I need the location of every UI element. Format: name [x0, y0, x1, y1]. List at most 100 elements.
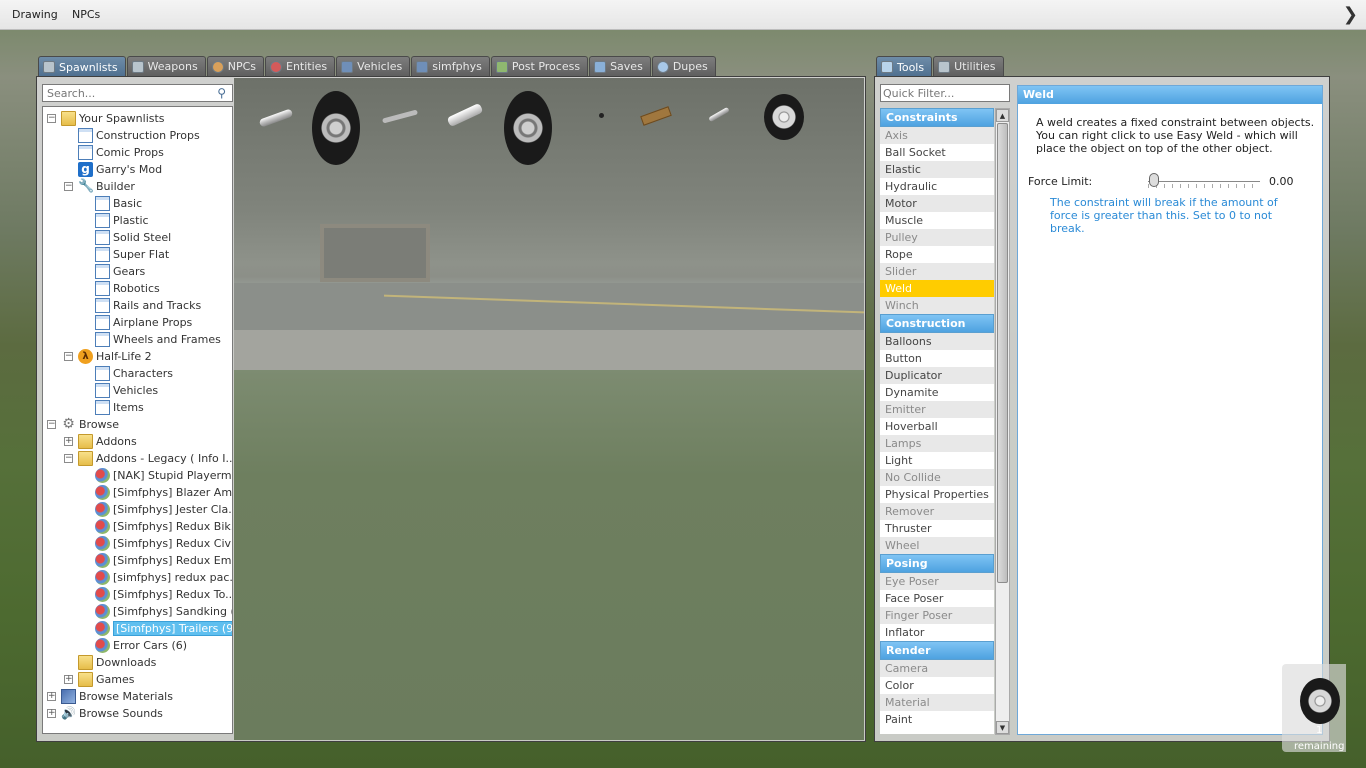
tree-node[interactable]: 🔊 Browse Sounds [61, 705, 163, 722]
tree-node[interactable]: Robotics [95, 280, 160, 297]
tree-node[interactable]: Downloads [78, 654, 156, 671]
tree-node[interactable]: [Simfphys] Redux To... [95, 586, 232, 603]
tab-post-process[interactable]: Post Process [490, 56, 589, 76]
prop-wheel-big[interactable] [310, 90, 362, 166]
scroll-thumb[interactable] [997, 123, 1008, 583]
scroll-up-arrow-icon[interactable]: ▲ [996, 109, 1009, 122]
prop-frame[interactable] [444, 102, 486, 128]
expand-toggle-icon[interactable]: + [47, 692, 56, 701]
tree-node[interactable]: 🔧 Builder [78, 178, 135, 195]
tree-node[interactable]: [Simfphys] Redux Em... [95, 552, 232, 569]
tree-node[interactable]: Construction Props [78, 127, 200, 144]
tab-spawnlists[interactable]: Spawnlists [38, 56, 126, 77]
prop-wheel-side[interactable] [762, 92, 806, 142]
tree-node[interactable]: Characters [95, 365, 173, 382]
force-limit-value[interactable]: 0.00 [1269, 175, 1294, 188]
tool-item-remover[interactable]: Remover [880, 503, 994, 520]
tree-node[interactable]: Plastic [95, 212, 149, 229]
tool-list-scrollbar[interactable]: ▲ ▼ [995, 108, 1010, 735]
tab-vehicles[interactable]: Vehicles [336, 56, 411, 76]
menu-npcs[interactable]: NPCs [72, 8, 100, 21]
tree-node[interactable]: Addons - Legacy ( Info I... [78, 450, 232, 467]
tool-category-header[interactable]: Posing [880, 554, 994, 573]
tree-node[interactable]: λ Half-Life 2 [78, 348, 152, 365]
tool-category-header[interactable]: Render [880, 641, 994, 660]
collapse-toggle-icon[interactable]: − [64, 454, 73, 463]
prop-wood-block[interactable] [638, 106, 674, 126]
tree-node[interactable]: [simfphys] redux pac... [95, 569, 232, 586]
tool-category-header[interactable]: Construction [880, 314, 994, 333]
tree-node[interactable]: Browse Materials [61, 688, 173, 705]
tab-tools[interactable]: Tools [876, 56, 933, 77]
tree-node[interactable]: Airplane Props [95, 314, 192, 331]
tab-weapons[interactable]: Weapons [126, 56, 206, 76]
tool-item-emitter[interactable]: Emitter [880, 401, 994, 418]
tool-item-muscle[interactable]: Muscle [880, 212, 994, 229]
tree-node[interactable]: Addons [78, 433, 137, 450]
tool-item-paint[interactable]: Paint [880, 711, 994, 728]
tree-node[interactable]: Comic Props [78, 144, 164, 161]
tree-node[interactable]: g Garry's Mod [78, 161, 162, 178]
collapse-toggle-icon[interactable]: − [47, 114, 56, 123]
tool-item-color[interactable]: Color [880, 677, 994, 694]
tree-node[interactable]: Super Flat [95, 246, 169, 263]
tool-item-face-poser[interactable]: Face Poser [880, 590, 994, 607]
tool-item-slider[interactable]: Slider [880, 263, 994, 280]
tree-node[interactable]: [Simfphys] Trailers (9) [95, 620, 232, 637]
tool-item-wheel[interactable]: Wheel [880, 537, 994, 554]
collapse-toggle-icon[interactable]: − [47, 420, 56, 429]
expand-toggle-icon[interactable]: + [64, 437, 73, 446]
tree-node[interactable]: Games [78, 671, 134, 688]
tool-item-camera[interactable]: Camera [880, 660, 994, 677]
prop-rail[interactable] [380, 106, 420, 126]
tool-item-dynamite[interactable]: Dynamite [880, 384, 994, 401]
tool-item-thruster[interactable]: Thruster [880, 520, 994, 537]
tool-item-eye-poser[interactable]: Eye Poser [880, 573, 994, 590]
tool-item-hoverball[interactable]: Hoverball [880, 418, 994, 435]
tree-node[interactable]: [Simfphys] Redux Civi... [95, 535, 232, 552]
expand-toggle-icon[interactable]: + [47, 709, 56, 718]
tree-node[interactable]: Rails and Tracks [95, 297, 201, 314]
tool-filter-input[interactable]: Quick Filter... [880, 84, 1010, 102]
search-icon[interactable]: ⚲ [217, 86, 226, 100]
prop-pipe[interactable] [256, 108, 296, 128]
tree-node[interactable]: [Simfphys] Sandking (2) [95, 603, 232, 620]
tool-item-lamps[interactable]: Lamps [880, 435, 994, 452]
force-limit-slider-track[interactable] [1148, 181, 1260, 182]
tree-node[interactable]: [Simfphys] Jester Cla... [95, 501, 232, 518]
collapse-toggle-icon[interactable]: − [64, 352, 73, 361]
tool-item-elastic[interactable]: Elastic [880, 161, 994, 178]
expand-toggle-icon[interactable]: + [64, 675, 73, 684]
scroll-down-arrow-icon[interactable]: ▼ [996, 721, 1009, 734]
tool-item-ball-socket[interactable]: Ball Socket [880, 144, 994, 161]
prop-small-pipe[interactable] [704, 104, 734, 124]
tool-item-weld[interactable]: Weld [880, 280, 994, 297]
tree-node[interactable]: Your Spawnlists [61, 110, 165, 127]
menu-expand-arrow-icon[interactable]: ❯ [1343, 4, 1358, 25]
tab-entities[interactable]: Entities [265, 56, 336, 76]
tab-simfphys[interactable]: simfphys [411, 56, 490, 76]
tool-item-physical-properties[interactable]: Physical Properties [880, 486, 994, 503]
tool-item-duplicator[interactable]: Duplicator [880, 367, 994, 384]
tool-item-light[interactable]: Light [880, 452, 994, 469]
menu-drawing[interactable]: Drawing [12, 8, 58, 21]
tool-list[interactable]: Constraints Axis Ball Socket Elastic Hydraul… [880, 108, 994, 734]
tool-item-inflator[interactable]: Inflator [880, 624, 994, 641]
tool-item-balloons[interactable]: Balloons [880, 333, 994, 350]
tool-item-hydraulic[interactable]: Hydraulic [880, 178, 994, 195]
tree-node[interactable]: [Simfphys] Blazer Am... [95, 484, 232, 501]
tool-item-no-collide[interactable]: No Collide [880, 469, 994, 486]
tool-item-pulley[interactable]: Pulley [880, 229, 994, 246]
collapse-toggle-icon[interactable]: − [64, 182, 73, 191]
prop-wheel-big[interactable] [502, 90, 554, 166]
tree-node[interactable]: Gears [95, 263, 145, 280]
tool-item-finger-poser[interactable]: Finger Poser [880, 607, 994, 624]
tree-node[interactable]: ⚙ Browse [61, 416, 119, 433]
tool-item-material[interactable]: Material [880, 694, 994, 711]
tree-node[interactable]: Vehicles [95, 382, 158, 399]
tool-item-axis[interactable]: Axis [880, 127, 994, 144]
tool-category-header[interactable]: Constraints [880, 108, 994, 127]
tab-dupes[interactable]: Dupes [651, 56, 716, 76]
tab-npcs[interactable]: NPCs [206, 56, 264, 76]
tool-item-winch[interactable]: Winch [880, 297, 994, 314]
